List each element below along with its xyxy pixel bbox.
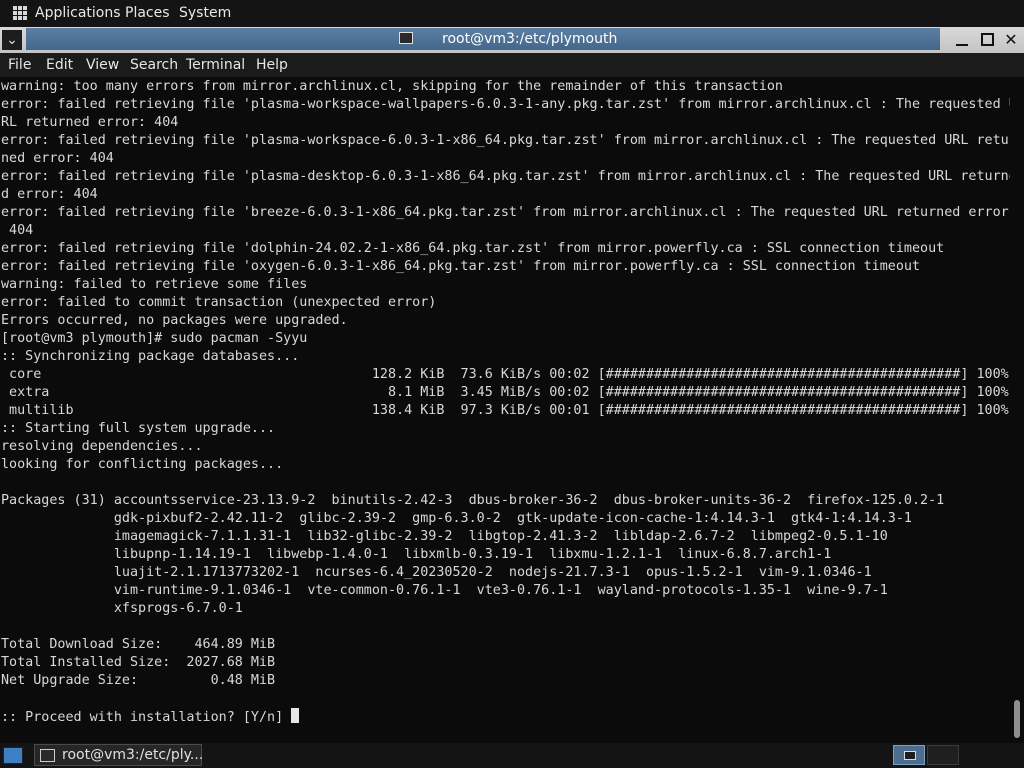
terminal-line: looking for conflicting packages... (1, 457, 284, 472)
terminal-line: imagemagick-7.1.1.31-1 lib32-glibc-2.39-… (1, 529, 888, 544)
terminal-line: warning: failed to retrieve some files (1, 277, 308, 292)
terminal-icon (399, 32, 413, 44)
menu-terminal[interactable]: Terminal (186, 57, 245, 73)
minimize-icon (956, 44, 968, 46)
terminal-line: RL returned error: 404 (1, 115, 179, 130)
terminal-text: warning: too many errors from mirror.arc… (1, 78, 1010, 727)
terminal-line: extra 8.1 MiB 3.45 MiB/s 00:02 [########… (1, 385, 1009, 400)
terminal-icon (40, 749, 55, 762)
terminal-icon (904, 751, 916, 760)
terminal-line: 404 (1, 223, 34, 238)
menu-view[interactable]: View (86, 57, 119, 73)
terminal-line: :: Proceed with installation? [Y/n] (1, 710, 292, 725)
terminal-line: libupnp-1.14.19-1 libwebp-1.4.0-1 libxml… (1, 547, 832, 562)
maximize-icon (981, 33, 994, 46)
terminal-line: error: failed retrieving file 'dolphin-2… (1, 241, 945, 256)
places-menu[interactable]: Places (125, 5, 170, 21)
terminal-line: multilib 138.4 KiB 97.3 KiB/s 00:01 [###… (1, 403, 1009, 418)
taskbar-window-button[interactable]: root@vm3:/etc/ply... (34, 744, 204, 766)
bottom-panel: root@vm3:/etc/ply... (0, 743, 1024, 768)
terminal-line: Total Download Size: 464.89 MiB (1, 637, 276, 652)
terminal-line: Packages (31) accountsservice-23.13.9-2 … (1, 493, 945, 508)
terminal-line: resolving dependencies... (1, 439, 203, 454)
terminal-line: Total Installed Size: 2027.68 MiB (1, 655, 276, 670)
terminal-line: d error: 404 (1, 187, 98, 202)
terminal-line: error: failed retrieving file 'oxygen-6.… (1, 259, 921, 274)
workspace-2-button[interactable] (927, 745, 959, 765)
terminal-line: vim-runtime-9.1.0346-1 vte-common-0.76.1… (1, 583, 888, 598)
window-menu-chevron-icon[interactable]: ⌄ (2, 30, 22, 50)
menu-file[interactable]: File (8, 57, 31, 73)
system-menu[interactable]: System (179, 5, 231, 21)
terminal-line: :: Synchronizing package databases... (1, 349, 300, 364)
terminal-line: error: failed to commit transaction (une… (1, 295, 437, 310)
terminal-line: Errors occurred, no packages were upgrad… (1, 313, 348, 328)
terminal-line: xfsprogs-6.7.0-1 (1, 601, 243, 616)
terminal-line: error: failed retrieving file 'plasma-wo… (1, 133, 1010, 148)
menu-edit[interactable]: Edit (46, 57, 73, 73)
top-panel: Applications Places System (0, 0, 1024, 27)
terminal-line: gdk-pixbuf2-2.42.11-2 glibc-2.39-2 gmp-6… (1, 511, 912, 526)
terminal-line: error: failed retrieving file 'breeze-6.… (1, 205, 1010, 220)
terminal-line: :: Starting full system upgrade... (1, 421, 276, 436)
window-title-area[interactable]: root@vm3:/etc/plymouth (26, 28, 940, 50)
terminal-cursor (291, 708, 300, 723)
close-button[interactable]: ✕ (1001, 30, 1021, 50)
terminal-line: Net Upgrade Size: 0.48 MiB (1, 673, 276, 688)
terminal-line: error: failed retrieving file 'plasma-de… (1, 169, 1010, 184)
terminal-output[interactable]: warning: too many errors from mirror.arc… (0, 77, 1010, 743)
window-title: root@vm3:/etc/plymouth (442, 31, 618, 47)
terminal-line: warning: too many errors from mirror.arc… (1, 79, 783, 94)
terminal-line: [root@vm3 plymouth]# sudo pacman -Syyu (1, 331, 308, 346)
close-icon: ✕ (1004, 30, 1018, 49)
show-desktop-button[interactable] (3, 747, 23, 764)
applications-grid-icon[interactable] (13, 6, 27, 20)
minimize-button[interactable] (952, 30, 972, 50)
scrollbar-thumb[interactable] (1014, 700, 1020, 738)
terminal-scrollbar[interactable] (1010, 77, 1024, 743)
window-title-bar[interactable]: ⌄ root@vm3:/etc/plymouth ✕ (0, 27, 1024, 53)
terminal-line: ned error: 404 (1, 151, 114, 166)
menu-search[interactable]: Search (130, 57, 178, 73)
applications-menu[interactable]: Applications (35, 5, 121, 21)
terminal-line: core 128.2 KiB 73.6 KiB/s 00:02 [#######… (1, 367, 1009, 382)
taskbar-window-label: root@vm3:/etc/ply... (62, 747, 204, 763)
workspace-1-button[interactable] (893, 745, 925, 765)
terminal-menu-bar: File Edit View Search Terminal Help (0, 53, 1024, 77)
terminal-line: luajit-2.1.1713773202-1 ncurses-6.4_2023… (1, 565, 872, 580)
terminal-line: error: failed retrieving file 'plasma-wo… (1, 97, 1010, 112)
maximize-button[interactable] (978, 30, 998, 50)
menu-help[interactable]: Help (256, 57, 288, 73)
